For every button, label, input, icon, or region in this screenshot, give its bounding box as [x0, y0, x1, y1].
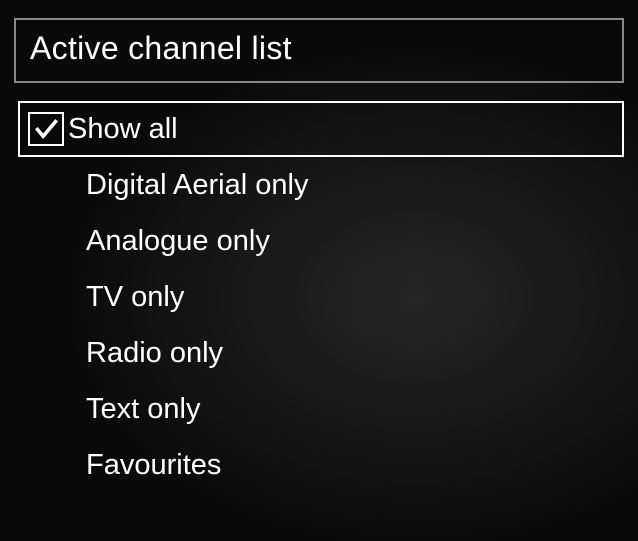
list-item-label: TV only: [86, 281, 184, 314]
list-item-analogue[interactable]: Analogue only: [18, 213, 624, 269]
channel-filter-list: Show all Digital Aerial only Analogue on…: [14, 101, 624, 493]
list-item-text[interactable]: Text only: [18, 381, 624, 437]
list-item-label: Radio only: [86, 337, 223, 370]
page-title: Active channel list: [30, 30, 608, 67]
list-item-label: Text only: [86, 393, 200, 426]
list-item-label: Show all: [68, 113, 178, 146]
list-item-label: Favourites: [86, 449, 221, 482]
list-item-tv[interactable]: TV only: [18, 269, 624, 325]
list-item-label: Digital Aerial only: [86, 169, 308, 202]
list-item-show-all[interactable]: Show all: [18, 101, 624, 157]
list-item-digital-aerial[interactable]: Digital Aerial only: [18, 157, 624, 213]
list-item-label: Analogue only: [86, 225, 270, 258]
list-item-favourites[interactable]: Favourites: [18, 437, 624, 493]
checkbox-checked-icon: [28, 112, 64, 146]
menu-container: Active channel list Show all Digital Aer…: [14, 18, 624, 493]
title-box: Active channel list: [14, 18, 624, 83]
list-item-radio[interactable]: Radio only: [18, 325, 624, 381]
